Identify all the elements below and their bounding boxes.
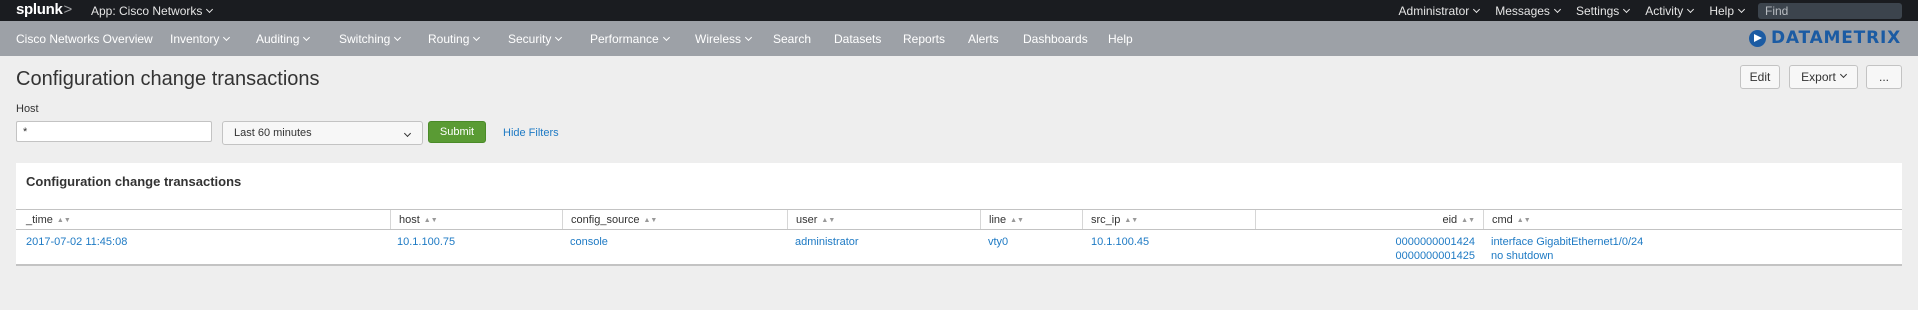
cell-config-source[interactable]: console [570,235,608,249]
column-header-config-source[interactable]: config_source ▲▼ [562,210,787,229]
messages-menu[interactable]: Messages [1495,4,1561,18]
time-range-picker[interactable]: Last 60 minutes [222,121,423,145]
cell-cmd: interface GigabitEthernet1/0/24 no shutd… [1491,235,1643,263]
administrator-menu[interactable]: Administrator [1399,4,1481,18]
eid-value[interactable]: 0000000001424 [1255,235,1475,249]
chevron-down-icon [394,33,402,42]
column-header-host[interactable]: host ▲▼ [390,210,562,229]
sort-icon: ▲▼ [423,217,438,224]
page-title: Configuration change transactions [16,68,320,90]
cell-user[interactable]: administrator [795,235,859,249]
column-header-eid[interactable]: eid ▲▼ [1255,210,1483,229]
cell-src-ip[interactable]: 10.1.100.45 [1091,235,1149,249]
column-header-line[interactable]: line ▲▼ [980,210,1082,229]
more-actions-button[interactable]: ... [1866,65,1902,89]
nav-reports[interactable]: Reports [903,32,945,46]
nav-datasets[interactable]: Datasets [834,32,881,46]
app-menu[interactable]: App: Cisco Networks [91,4,214,18]
top-bar: splunk> App: Cisco Networks Administrato… [0,0,1918,21]
help-menu[interactable]: Help [1709,4,1746,18]
chevron-down-icon [473,33,481,42]
sort-icon: ▲▼ [643,217,658,224]
nav-cisco-networks-overview[interactable]: Cisco Networks Overview [16,32,153,46]
nav-routing[interactable]: Routing [428,32,481,46]
nav-dashboards[interactable]: Dashboards [1023,32,1088,46]
nav-switching[interactable]: Switching [339,32,402,46]
find-input[interactable]: Find [1758,2,1902,19]
chevron-down-icon [1473,5,1481,13]
app-nav-bar: Cisco Networks Overview Inventory Auditi… [0,21,1918,56]
nav-search[interactable]: Search [773,32,811,46]
chevron-down-icon [1623,5,1631,13]
cell-time[interactable]: 2017-07-02 11:45:08 [26,235,127,249]
chevron-down-icon [223,33,231,42]
chevron-down-icon [662,33,670,42]
column-header-user[interactable]: user ▲▼ [787,210,980,229]
activity-menu[interactable]: Activity [1645,4,1695,18]
chevron-down-icon [1839,70,1847,78]
nav-alerts[interactable]: Alerts [968,32,999,46]
edit-button[interactable]: Edit [1740,65,1780,89]
nav-inventory[interactable]: Inventory [170,32,231,46]
cell-line[interactable]: vty0 [988,235,1008,249]
nav-wireless[interactable]: Wireless [695,32,753,46]
chevron-down-icon [1553,5,1561,13]
column-header-cmd[interactable]: cmd ▲▼ [1483,210,1902,229]
settings-menu[interactable]: Settings [1576,4,1631,18]
hide-filters-link[interactable]: Hide Filters [503,127,559,139]
nav-performance[interactable]: Performance [590,32,670,46]
sort-icon: ▲▼ [821,217,836,224]
chevron-down-icon [1687,5,1695,13]
export-button[interactable]: Export [1789,65,1858,89]
chevron-down-icon [1737,5,1746,13]
panel-title: Configuration change transactions [26,174,242,189]
nav-security[interactable]: Security [508,32,563,46]
chevron-down-icon [555,33,563,42]
sort-icon: ▲▼ [1124,217,1139,224]
results-panel: Configuration change transactions _time ▲… [16,163,1902,266]
splunk-logo[interactable]: splunk> [16,1,72,18]
datametrix-logo-icon [1748,29,1766,47]
submit-button[interactable]: Submit [428,121,486,143]
sort-icon: ▲▼ [56,217,71,224]
sort-icon: ▲▼ [1461,217,1475,224]
column-header-src-ip[interactable]: src_ip ▲▼ [1082,210,1255,229]
cell-eid: 0000000001424 0000000001425 [1255,235,1475,263]
cmd-value[interactable]: interface GigabitEthernet1/0/24 [1491,235,1643,249]
eid-value[interactable]: 0000000001425 [1255,249,1475,263]
chevron-down-icon [206,5,214,14]
column-header-time[interactable]: _time ▲▼ [16,210,390,229]
host-label: Host [16,103,39,115]
nav-help[interactable]: Help [1108,32,1133,46]
chevron-down-icon [303,33,311,42]
panel-divider [16,264,1902,266]
sort-icon: ▲▼ [1516,217,1531,224]
chevron-down-icon [744,33,753,42]
chevron-down-icon [403,129,412,138]
sort-icon: ▲▼ [1010,217,1024,224]
cell-host[interactable]: 10.1.100.75 [397,235,455,249]
cmd-value[interactable]: no shutdown [1491,249,1643,263]
table-header: _time ▲▼ host ▲▼ config_source ▲▼ user ▲▼ li… [16,209,1902,230]
datametrix-logo: DATAMETRIX [1748,28,1901,48]
host-input[interactable]: * [16,121,212,142]
nav-auditing[interactable]: Auditing [256,32,311,46]
